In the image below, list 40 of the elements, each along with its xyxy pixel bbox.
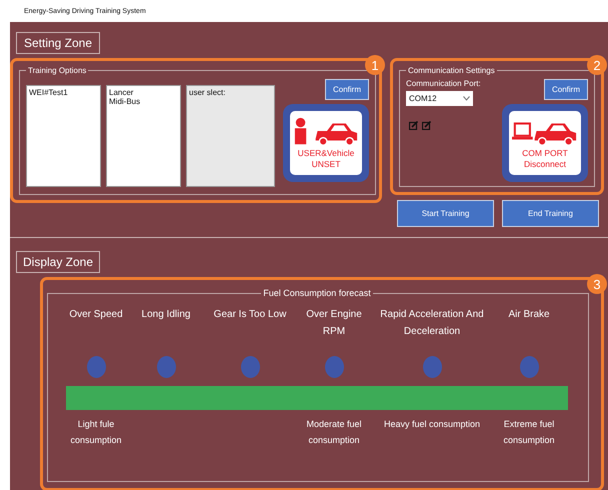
event-label: Long Idling <box>142 308 190 322</box>
indicator-dot <box>156 356 176 378</box>
zone-title: Setting Zone <box>16 32 100 54</box>
port-label: Communication Port: <box>406 79 481 88</box>
person-car-icon <box>293 117 359 147</box>
indicator-dot <box>324 356 344 378</box>
status-label: USER&Vehicle <box>298 148 354 158</box>
event-label: Air Brake <box>508 308 550 322</box>
group-legend: Training Options <box>26 66 88 75</box>
start-button[interactable]: Start Training <box>397 200 494 227</box>
confirm-button[interactable]: Confirm <box>325 79 369 100</box>
indicator-dot <box>422 356 442 378</box>
chevron-down-icon <box>463 96 470 101</box>
list-box[interactable]: WEI#Test1 <box>26 85 101 187</box>
event-label: Rapid Acceleration And Deceleration <box>379 308 485 339</box>
list-box[interactable]: Lancer Midi-Bus <box>106 85 181 187</box>
consumption-label: Heavy fuel consumption <box>384 418 480 431</box>
event-label: Over Engine RPM <box>305 308 363 339</box>
edit-icon[interactable] <box>409 121 418 130</box>
zone-title: Display Zone <box>16 251 100 273</box>
status-label: COM PORT <box>522 148 568 158</box>
confirm-button[interactable]: Confirm <box>544 79 588 100</box>
edit-icon[interactable] <box>422 121 431 130</box>
status-state: Disconnect <box>524 159 566 169</box>
number-badge: 2 <box>587 55 607 75</box>
group-legend: Communication Settings <box>406 66 497 75</box>
number-badge: 3 <box>587 274 607 294</box>
consumption-label: Light fule consumption <box>69 418 123 447</box>
indicator-dot <box>520 356 538 378</box>
indicator-dot <box>240 356 260 378</box>
consumption-label: Extreme fuel consumption <box>502 418 556 447</box>
event-label: Gear Is Too Low <box>214 308 286 322</box>
number-badge: 1 <box>365 55 385 75</box>
indicator-dot <box>86 356 106 378</box>
end-button[interactable]: End Training <box>502 200 599 227</box>
group-legend: Fuel Consumption forecast <box>261 288 373 298</box>
status-state: UNSET <box>312 159 340 169</box>
consumption-label: Moderate fuel consumption <box>305 418 363 447</box>
event-label: Over Speed <box>69 308 123 322</box>
port-dropdown[interactable]: COM12 <box>406 91 473 106</box>
